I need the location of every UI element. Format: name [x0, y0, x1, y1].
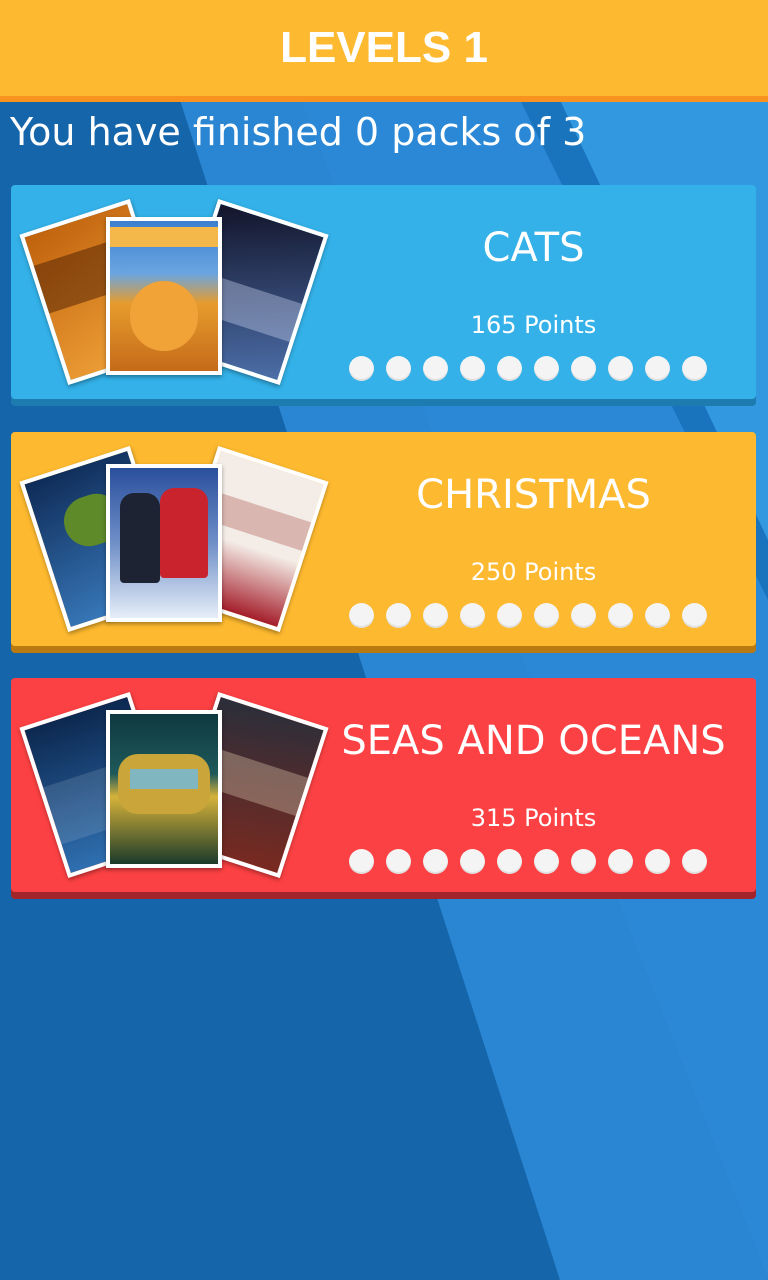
level-dot — [608, 603, 633, 628]
level-dot — [682, 603, 707, 628]
level-dot — [349, 603, 374, 628]
level-dot — [460, 603, 485, 628]
level-dot — [423, 603, 448, 628]
level-dot — [349, 356, 374, 381]
level-dot — [423, 849, 448, 874]
level-dot — [534, 603, 559, 628]
level-dot — [386, 603, 411, 628]
pack-title: SEAS AND OCEANS — [341, 718, 726, 764]
pack-card-cats[interactable]: CATS 165 Points — [11, 185, 756, 406]
pack-title: CATS — [482, 225, 585, 271]
packs-progress-text: You have finished 0 packs of 3 — [10, 110, 587, 154]
poster-image — [106, 464, 222, 622]
poster-image — [106, 710, 222, 868]
level-dot — [571, 849, 596, 874]
level-dot — [497, 356, 522, 381]
level-progress-dots — [349, 603, 707, 628]
pack-card-seas-and-oceans[interactable]: SEAS AND OCEANS 315 Points — [11, 678, 756, 899]
header-bar: LEVELS 1 — [0, 0, 768, 102]
poster-stack — [11, 432, 329, 646]
level-dot — [497, 603, 522, 628]
level-dot — [386, 356, 411, 381]
level-dot — [423, 356, 448, 381]
level-dot — [534, 356, 559, 381]
level-dot — [460, 356, 485, 381]
level-dot — [460, 849, 485, 874]
level-dot — [645, 603, 670, 628]
level-dot — [608, 356, 633, 381]
level-dot — [682, 356, 707, 381]
level-dot — [645, 849, 670, 874]
pack-points: 250 Points — [470, 558, 597, 586]
poster-image — [106, 217, 222, 375]
pack-points: 315 Points — [470, 804, 597, 832]
level-progress-dots — [349, 356, 707, 381]
pack-card-christmas[interactable]: CHRISTMAS 250 Points — [11, 432, 756, 653]
pack-points: 165 Points — [470, 311, 597, 339]
level-dot — [571, 356, 596, 381]
level-progress-dots — [349, 849, 707, 874]
level-dot — [645, 356, 670, 381]
level-dot — [608, 849, 633, 874]
level-dot — [534, 849, 559, 874]
level-dot — [682, 849, 707, 874]
page-title: LEVELS 1 — [280, 23, 488, 72]
level-dot — [386, 849, 411, 874]
poster-stack — [11, 185, 329, 399]
level-dot — [571, 603, 596, 628]
pack-title: CHRISTMAS — [416, 472, 651, 518]
level-dot — [497, 849, 522, 874]
level-dot — [349, 849, 374, 874]
poster-stack — [11, 678, 329, 892]
